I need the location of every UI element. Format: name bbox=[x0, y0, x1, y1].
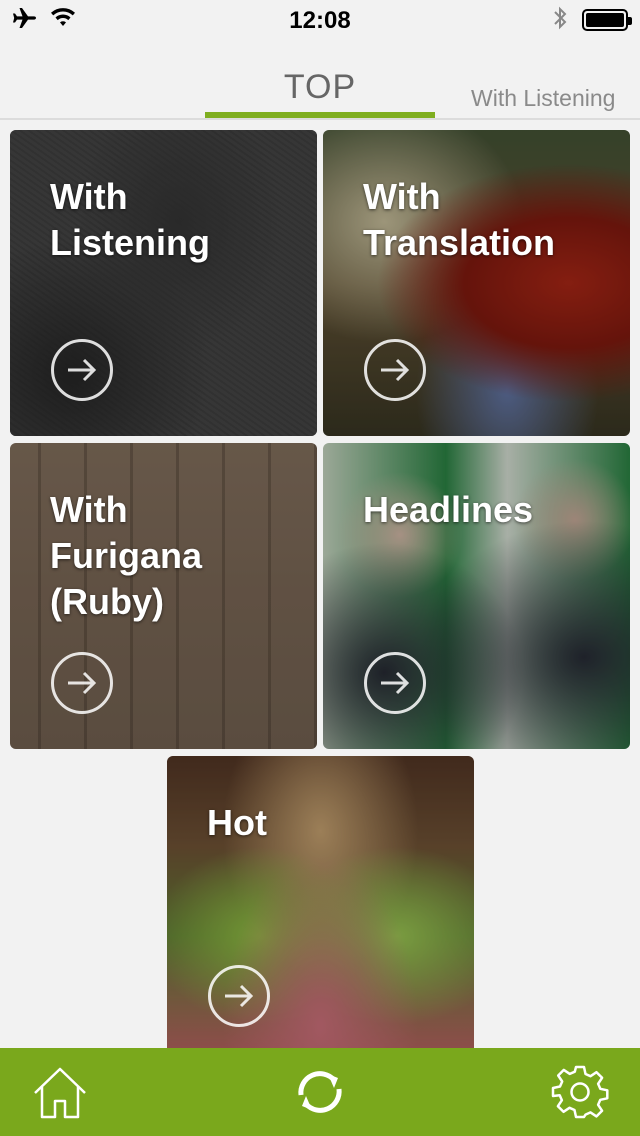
card-title: With Translation bbox=[363, 176, 556, 263]
card-title: Hot bbox=[207, 802, 267, 843]
card-with-furigana[interactable]: With Furigana (Ruby) bbox=[10, 443, 317, 749]
tab-header: TOP With Listening bbox=[0, 40, 640, 120]
gear-icon bbox=[551, 1065, 609, 1119]
refresh-button[interactable] bbox=[290, 1062, 350, 1122]
arrow-right-icon[interactable] bbox=[50, 338, 114, 402]
bottom-toolbar bbox=[0, 1048, 640, 1136]
home-icon bbox=[34, 1067, 86, 1119]
arrow-right-icon[interactable] bbox=[50, 651, 114, 715]
card-with-translation[interactable]: With Translation bbox=[323, 130, 630, 436]
home-button[interactable] bbox=[30, 1062, 90, 1122]
status-time: 12:08 bbox=[289, 7, 351, 34]
tab-active-indicator bbox=[205, 112, 435, 118]
settings-button[interactable] bbox=[550, 1062, 610, 1122]
battery-icon bbox=[582, 9, 632, 31]
card-headlines[interactable]: Headlines bbox=[323, 443, 630, 749]
arrow-right-icon[interactable] bbox=[207, 964, 271, 1028]
status-bar: 12:08 bbox=[0, 0, 640, 40]
card-with-listening[interactable]: With Listening bbox=[10, 130, 317, 436]
card-hot[interactable]: Hot bbox=[167, 756, 474, 1056]
card-title: With Listening bbox=[50, 176, 210, 263]
tab-top[interactable]: TOP bbox=[205, 68, 435, 107]
refresh-icon bbox=[298, 1071, 342, 1113]
card-title: With Furigana (Ruby) bbox=[50, 489, 203, 622]
arrow-right-icon[interactable] bbox=[363, 338, 427, 402]
tab-with-listening[interactable]: With Listening bbox=[471, 85, 615, 112]
bluetooth-icon bbox=[552, 5, 568, 36]
arrow-right-icon[interactable] bbox=[363, 651, 427, 715]
card-title: Headlines bbox=[363, 489, 534, 530]
